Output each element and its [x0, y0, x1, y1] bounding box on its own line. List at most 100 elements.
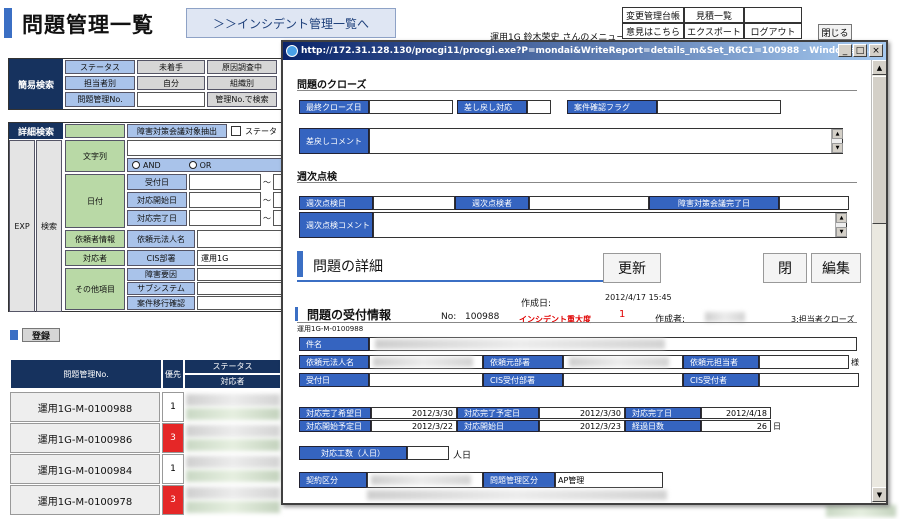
blurred-handler	[186, 470, 280, 482]
meeting-done-date-label: 障害対策会議完了日	[649, 196, 779, 210]
table-row-id[interactable]: 運用1G-M-0100984	[10, 454, 160, 484]
plan-start-label: 対応開始予定日	[299, 420, 371, 432]
return-comment-textarea[interactable]	[369, 128, 843, 154]
popup-content: 問題のクローズ 最終クローズ日 差し戻し対応 案件確認フラグ 差戻しコメント ▲…	[283, 60, 871, 503]
id-search-input[interactable]	[137, 92, 205, 107]
col-handler-header[interactable]: 対応者	[184, 374, 281, 389]
blurred-status	[186, 394, 280, 406]
last-close-date-value	[369, 100, 453, 114]
exp-label: EXP	[9, 140, 35, 312]
col-status-header[interactable]: ステータス	[184, 359, 281, 374]
return-handling-value	[527, 100, 551, 114]
return-comment-scrollbar[interactable]: ▲ ▼	[831, 129, 843, 153]
cause-select[interactable]	[197, 268, 283, 281]
simple-search-label: 簡易検索	[9, 59, 63, 109]
plan-start-value: 2012/3/22	[371, 420, 457, 432]
close-detail-button[interactable]: 閉	[763, 253, 807, 283]
export-link[interactable]: エクスポート	[684, 23, 744, 39]
close-section-line	[297, 90, 857, 91]
start-date-from-input[interactable]	[189, 192, 261, 208]
col-priority-header[interactable]: 優先	[162, 359, 184, 389]
register-button[interactable]: 登録	[22, 328, 60, 342]
blurred-status	[186, 456, 280, 468]
meeting-target-checkbox[interactable]	[231, 126, 241, 136]
status-not-started-button[interactable]: 未着手	[137, 60, 205, 74]
checker-label: 週次点検者	[455, 196, 529, 210]
check-date-label: 週次点検日	[299, 196, 373, 210]
reception-heading-mark	[295, 307, 298, 321]
reception-line	[297, 322, 857, 323]
no-value: 100988	[465, 312, 500, 322]
reception-heading: 問題の受付情報	[307, 308, 392, 322]
owner-org-button[interactable]: 組織別	[207, 76, 277, 90]
maximize-icon[interactable]: □	[853, 44, 867, 57]
top-menu: 変更管理台帳 見積一覧 意見はこちら エクスポート ログアウト	[622, 7, 802, 39]
incident-major-label: インシデント重大度	[519, 315, 591, 324]
detail-heading: 問題の詳細	[313, 259, 383, 275]
blurred-right-edge	[826, 505, 896, 517]
completed-date-from-input[interactable]	[189, 210, 261, 226]
owner-self-button[interactable]: 自分	[137, 76, 205, 90]
and-or-row: AND OR	[127, 158, 282, 172]
check-comment-scrollbar[interactable]: ▲ ▼	[835, 213, 847, 237]
detail-heading-line	[297, 280, 607, 282]
scroll-up-icon[interactable]: ▲	[832, 129, 843, 139]
status-investigating-button[interactable]: 原因調査中	[207, 60, 277, 74]
scroll-down-icon[interactable]: ▼	[832, 143, 843, 153]
col-id-header[interactable]: 問題管理No.	[10, 359, 162, 389]
creator-label: 作成者:	[655, 315, 686, 325]
edit-button[interactable]: 編集	[811, 253, 861, 283]
scroll-down-icon[interactable]: ▼	[872, 487, 886, 502]
title-accent	[4, 8, 12, 38]
text-search-input[interactable]	[127, 140, 282, 156]
screen: 問題管理一覧 ＞＞インシデント管理一覧へ 運用1G 鈴木荣史 さんのメニュー 変…	[0, 0, 900, 519]
popup-scrollbar[interactable]: ▲ ▼	[871, 60, 886, 503]
close-page-button[interactable]: 閉じる	[818, 24, 852, 40]
table-row-priority: 3	[162, 485, 184, 515]
wish-done-label: 対応完了希望日	[299, 407, 371, 419]
logout-link[interactable]: ログアウト	[744, 23, 802, 39]
estimate-list-link[interactable]: 見積一覧	[684, 7, 744, 23]
cis-receiver-value	[759, 373, 859, 387]
elapsed-label: 経過日数	[625, 420, 701, 432]
or-radio[interactable]	[188, 161, 197, 169]
minimize-icon[interactable]: _	[838, 44, 852, 57]
and-label: AND	[143, 160, 161, 170]
completed-date-label: 対応完了日	[127, 210, 187, 226]
id-search-button[interactable]: 管理No.で検索	[207, 92, 277, 107]
blurred-handler	[186, 501, 280, 513]
menu-blank	[744, 7, 802, 23]
close-section-heading: 問題のクローズ	[297, 80, 367, 91]
scroll-thumb[interactable]	[872, 76, 886, 224]
incident-major-value: 1	[619, 309, 626, 320]
table-row-priority: 3	[162, 423, 184, 453]
feedback-link[interactable]: 意見はこちら	[622, 23, 684, 39]
table-row-id[interactable]: 運用1G-M-0100986	[10, 423, 160, 453]
detail-popup-window: http://172.31.128.130/procgi11/procgi.ex…	[281, 40, 888, 505]
scroll-up-icon[interactable]: ▲	[872, 60, 886, 75]
incident-list-link[interactable]: ＞＞インシデント管理一覧へ	[186, 8, 396, 38]
case-confirm-flag-value	[657, 100, 781, 114]
scroll-down-icon[interactable]: ▼	[836, 227, 847, 237]
received-date-from-input[interactable]	[189, 174, 261, 190]
cause-label: 障害要因	[127, 268, 195, 281]
table-row-id[interactable]: 運用1G-M-0100978	[10, 485, 160, 515]
subsystem-select[interactable]	[197, 282, 283, 295]
migration-select[interactable]	[197, 296, 283, 310]
change-ledger-link[interactable]: 変更管理台帳	[622, 7, 684, 23]
close-icon[interactable]: ×	[869, 44, 883, 57]
update-button[interactable]: 更新	[603, 253, 661, 283]
scroll-up-icon[interactable]: ▲	[836, 213, 847, 223]
table-row-id[interactable]: 運用1G-M-0100988	[10, 392, 160, 422]
received-date-label: 受付日	[299, 373, 369, 387]
reception-id-line: 運用1G-M-0100988	[297, 325, 364, 333]
popup-title-bar[interactable]: http://172.31.128.130/procgi11/procgi.ex…	[283, 42, 886, 60]
and-radio[interactable]	[132, 161, 140, 169]
cis-dept-select[interactable]: 運用1G	[197, 250, 283, 266]
date-label: 日付	[65, 174, 125, 228]
plan-done-label: 対応完了予定日	[457, 407, 539, 419]
check-comment-textarea[interactable]	[373, 212, 847, 238]
requester-name-input[interactable]	[197, 230, 283, 248]
migration-label: 案件移行確認	[127, 296, 195, 310]
effort-value[interactable]	[407, 446, 449, 460]
